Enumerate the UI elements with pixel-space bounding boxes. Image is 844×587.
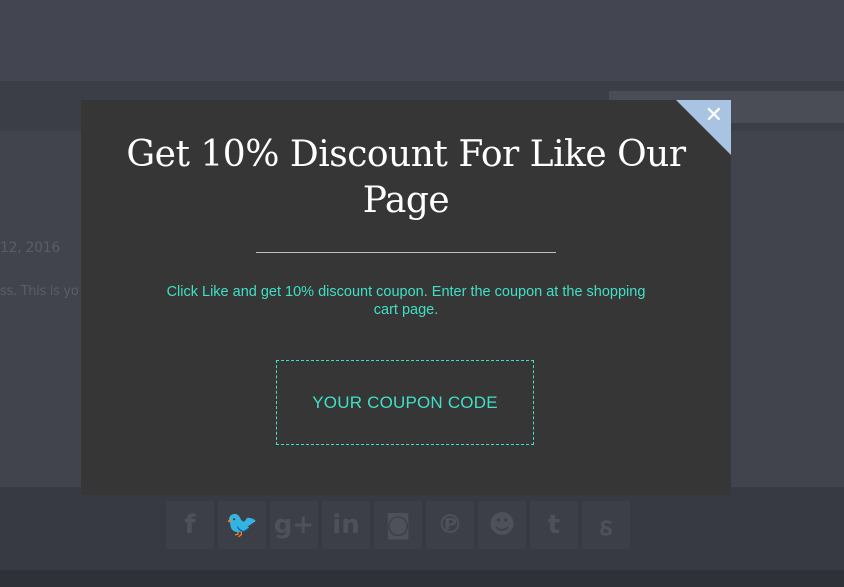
post-excerpt: ss. This is yo (0, 284, 79, 299)
instagram-share-button[interactable]: ◙ (374, 501, 422, 549)
post-date: 12, 2016 (0, 240, 60, 256)
google-plus-icon: g+ (273, 510, 315, 540)
twitter-share-button[interactable]: 🐦 (218, 501, 266, 549)
twitter-icon: 🐦 (225, 510, 259, 540)
linkedin-share-button[interactable]: in (322, 501, 370, 549)
reddit-share-button[interactable]: ☻ (478, 501, 526, 549)
popup-description: Click Like and get 10% discount coupon. … (166, 284, 646, 318)
popup-title: Get 10% Discount For Like Our Page (126, 134, 686, 221)
coupon-code-box[interactable]: YOUR COUPON CODE (276, 360, 534, 445)
discount-popup: ✕ Get 10% Discount For Like Our Page Cli… (81, 100, 731, 495)
tumblr-icon: t (547, 510, 561, 540)
site-footer (0, 570, 844, 587)
facebook-share-button[interactable]: f (166, 501, 214, 549)
close-icon[interactable]: ✕ (705, 103, 723, 128)
title-divider (256, 252, 556, 253)
stumbleupon-share-button[interactable]: ꟙ (582, 501, 630, 549)
coupon-code-label: YOUR COUPON CODE (312, 392, 498, 412)
social-share-buttons: f 🐦 g+ in ◙ ℗ ☻ t ꟙ (166, 501, 630, 549)
tumblr-share-button[interactable]: t (530, 501, 578, 549)
pinterest-share-button[interactable]: ℗ (426, 501, 474, 549)
facebook-icon: f (184, 510, 196, 540)
site-header (0, 0, 844, 81)
reddit-icon: ☻ (488, 510, 516, 540)
linkedin-icon: in (332, 510, 360, 540)
instagram-icon: ◙ (385, 510, 411, 540)
pinterest-icon: ℗ (437, 510, 463, 540)
stumbleupon-icon: ꟙ (599, 512, 613, 542)
google-plus-share-button[interactable]: g+ (270, 501, 318, 549)
